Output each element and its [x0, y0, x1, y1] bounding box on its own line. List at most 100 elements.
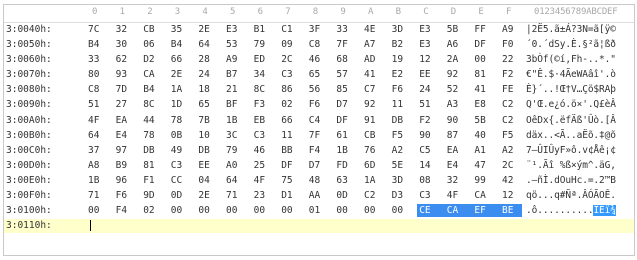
- hex-byte[interactable]: 35: [171, 24, 187, 35]
- hex-byte[interactable]: 49: [171, 145, 187, 156]
- hex-byte[interactable]: EE: [419, 69, 435, 80]
- hex-byte[interactable]: FF: [474, 24, 490, 35]
- hex-byte[interactable]: D1: [281, 190, 297, 201]
- hex-byte[interactable]: 30: [116, 39, 132, 50]
- hex-byte[interactable]: 1D: [171, 99, 187, 110]
- hex-byte[interactable]: D2: [143, 54, 159, 65]
- hex-byte[interactable]: 28: [198, 54, 214, 65]
- hex-byte[interactable]: 44: [143, 115, 159, 126]
- hex-byte[interactable]: 78: [143, 130, 159, 141]
- hex-byte[interactable]: F4: [309, 145, 325, 156]
- hex-byte[interactable]: 00: [281, 205, 297, 216]
- hex-byte[interactable]: 22: [502, 54, 518, 65]
- hex-byte[interactable]: 46: [309, 54, 325, 65]
- hex-byte[interactable]: CB: [364, 130, 380, 141]
- ascii-text[interactable]: däx..<Ã..aËõ.‡@õ: [526, 130, 616, 141]
- hex-byte[interactable]: A7: [364, 39, 380, 50]
- hex-byte[interactable]: DB: [392, 115, 408, 126]
- hex-byte[interactable]: F0: [502, 39, 518, 50]
- hex-byte[interactable]: B4: [171, 39, 187, 50]
- hex-rows[interactable]: 3:0040h: 7C 32 CB 35 2E E3 B1 C1 3F 33 4E 3D E3 5B FF A9…: [4, 23, 634, 234]
- hex-byte[interactable]: 3D: [392, 175, 408, 186]
- hex-byte[interactable]: C1: [281, 24, 297, 35]
- hex-byte[interactable]: 23: [254, 190, 270, 201]
- hex-byte[interactable]: 64: [88, 130, 104, 141]
- hex-byte[interactable]: A8: [88, 160, 104, 171]
- hex-byte[interactable]: 5E: [392, 160, 408, 171]
- hex-byte[interactable]: 53: [226, 39, 242, 50]
- hex-byte[interactable]: 2A: [447, 54, 463, 65]
- hex-byte[interactable]: 56: [309, 84, 325, 95]
- hex-byte[interactable]: 06: [143, 39, 159, 50]
- hex-byte[interactable]: 71: [226, 190, 242, 201]
- hex-byte[interactable]: 76: [364, 145, 380, 156]
- hex-byte[interactable]: 68: [336, 54, 352, 65]
- hex-byte[interactable]: E4: [116, 130, 132, 141]
- hex-byte[interactable]: BF: [226, 99, 242, 110]
- hex-byte[interactable]: 10: [198, 130, 214, 141]
- hex-byte[interactable]: 65: [198, 99, 214, 110]
- hex-row[interactable]: 3:0090h: 51 27 8C 1D 65 BF F3 02 F6 D7 92 11 51 A3 E8 C2…: [4, 98, 634, 113]
- hex-row[interactable]: 3:0060h: 33 62 D2 66 28 A9 ED 2C 46 68 AD 19 12 2A 00 22…: [4, 53, 634, 68]
- hex-byte[interactable]: EB: [254, 115, 270, 126]
- hex-byte[interactable]: 3F: [309, 24, 325, 35]
- hex-byte[interactable]: 99: [474, 175, 490, 186]
- ascii-text[interactable]: |2Ë5.ã±Á?3N=ã[ÿ©: [526, 24, 616, 35]
- hex-byte[interactable]: 47: [474, 160, 490, 171]
- hex-byte[interactable]: 11: [281, 130, 297, 141]
- hex-byte[interactable]: F5: [502, 130, 518, 141]
- hex-byte[interactable]: F6: [309, 99, 325, 110]
- hex-byte[interactable]: 00: [336, 205, 352, 216]
- hex-byte[interactable]: 21: [226, 84, 242, 95]
- hex-byte[interactable]: 1A: [364, 175, 380, 186]
- hex-byte[interactable]: 63: [336, 175, 352, 186]
- hex-byte[interactable]: 00: [474, 54, 490, 65]
- hex-byte[interactable]: 91: [364, 115, 380, 126]
- hex-byte[interactable]: 7B: [198, 115, 214, 126]
- hex-row[interactable]: 3:0040h: 7C 32 CB 35 2E E3 B1 C1 3F 33 4E 3D E3 5B FF A9…: [4, 23, 634, 38]
- hex-row[interactable]: 3:00F0h: 71 F6 9D 0D 2E 71 23 D1 AA 0D C2 D3 C3 4F CA 12…: [4, 189, 634, 204]
- ascii-text[interactable]: 7—ÛIÛyF»ô.v¢Åê¡¢: [526, 145, 616, 156]
- hex-byte[interactable]: 79: [226, 145, 242, 156]
- hex-editor-panel[interactable]: 0 1 2 3 4 5 6 7 8 9 A B C D E F 0123456789ABCDEF 3:0040h…: [3, 4, 635, 256]
- hex-byte[interactable]: A1: [474, 145, 490, 156]
- hex-byte[interactable]: 66: [171, 54, 187, 65]
- hex-byte[interactable]: E2: [392, 69, 408, 80]
- hex-byte[interactable]: 25: [254, 160, 270, 171]
- ascii-text[interactable]: ¨¹.Ãî %ß×ým^.äG,: [526, 160, 616, 171]
- hex-row[interactable]: 3:00C0h: 37 97 DB 49 DB 79 46 BB F4 1B 76 A2 C5 EA A1 A2…: [4, 144, 634, 159]
- hex-byte[interactable]: C3: [419, 190, 435, 201]
- hex-byte[interactable]: DF: [336, 115, 352, 126]
- hex-byte[interactable]: C3: [254, 130, 270, 141]
- hex-byte[interactable]: 08: [419, 175, 435, 186]
- hex-byte[interactable]: B4: [88, 39, 104, 50]
- hex-byte[interactable]: 40: [474, 130, 490, 141]
- hex-byte[interactable]: 37: [88, 145, 104, 156]
- hex-byte[interactable]: 66: [281, 115, 297, 126]
- hex-byte[interactable]: AD: [364, 54, 380, 65]
- hex-byte[interactable]: 6D: [364, 160, 380, 171]
- hex-byte[interactable]: 8C: [254, 84, 270, 95]
- hex-byte[interactable]: F6: [392, 84, 408, 95]
- hex-byte[interactable]: F2: [419, 115, 435, 126]
- hex-byte[interactable]: B1: [254, 24, 270, 35]
- ascii-text[interactable]: .–ñÌ.dOuHc.=.2™B: [526, 175, 616, 186]
- hex-byte[interactable]: 90: [419, 130, 435, 141]
- hex-byte[interactable]: 4F: [88, 115, 104, 126]
- hex-byte[interactable]: 7C: [88, 24, 104, 35]
- hex-byte[interactable]: E8: [474, 99, 490, 110]
- hex-byte[interactable]: 18: [198, 84, 214, 95]
- hex-byte[interactable]: 87: [447, 130, 463, 141]
- hex-byte[interactable]: F5: [392, 130, 408, 141]
- hex-byte[interactable]: 75: [281, 175, 297, 186]
- hex-byte[interactable]: CA: [474, 190, 490, 201]
- hex-byte[interactable]: C3: [281, 69, 297, 80]
- hex-byte[interactable]: F3: [254, 99, 270, 110]
- hex-byte[interactable]: 00: [171, 205, 187, 216]
- hex-byte[interactable]: FD: [336, 160, 352, 171]
- hex-row[interactable]: 3:0050h: B4 30 06 B4 64 53 79 09 C8 7F A7 B2 E3 A6 DF F0…: [4, 38, 634, 53]
- hex-byte[interactable]: F4: [116, 205, 132, 216]
- hex-byte[interactable]: D7: [309, 160, 325, 171]
- hex-row[interactable]: 3:0110h:: [4, 219, 634, 234]
- hex-byte[interactable]: C8: [309, 39, 325, 50]
